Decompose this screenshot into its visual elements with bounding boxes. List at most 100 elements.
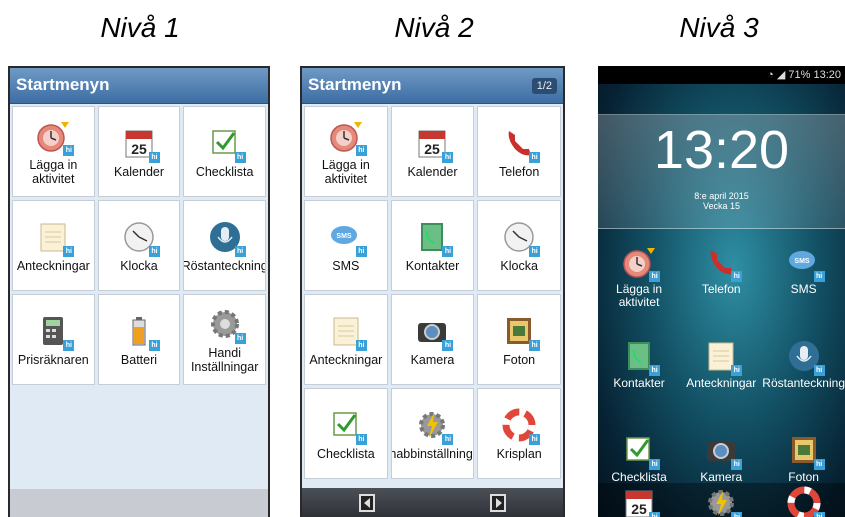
navigation-bar (302, 488, 563, 517)
dock-app[interactable]: 25hi (621, 485, 661, 517)
dock-app[interactable]: hi (786, 485, 825, 517)
app-tile-label: SMS (332, 258, 360, 273)
app-tile[interactable]: hi Lägga in aktivitet (304, 106, 388, 197)
lifebuoy-icon: hi (786, 485, 825, 517)
clock-widget[interactable]: 13:20 8:e april 2015 Vecka 15 (598, 114, 845, 229)
app-tile-label: Foton (503, 352, 536, 367)
app-tile[interactable]: hi Anteckningar (304, 294, 388, 385)
level-2-title: Nivå 2 (394, 12, 474, 43)
app-tile-label: Handi Inställningar (190, 345, 259, 374)
app-tile[interactable]: hi Telefon (477, 106, 561, 197)
app-tile-label: Lägga in aktivitet (321, 157, 370, 186)
home-app[interactable]: hi Lägga in aktivitet (598, 244, 680, 324)
app-tile[interactable]: hi Kamera (390, 294, 475, 385)
home-app-label: Röstanteckning (762, 376, 845, 390)
app-tile[interactable]: hi Foton (477, 294, 561, 385)
contacts-icon: hi (414, 219, 454, 257)
camera-icon: hi (414, 313, 454, 351)
home-app-label: Telefon (701, 282, 741, 296)
home-app-label: Kontakter (613, 376, 665, 390)
calendar-icon: 25hi (621, 485, 661, 517)
notes-icon: hi (328, 313, 367, 351)
next-page-icon[interactable] (489, 493, 506, 512)
add-activity-icon: hi (621, 244, 661, 282)
app-tile-label: Klocka (500, 258, 538, 273)
app-tile[interactable]: 25 hi Kalender (97, 106, 181, 197)
app-tile[interactable]: hi Kontakter (390, 200, 475, 291)
start-menu-title: Startmenyn (16, 75, 110, 94)
clock-week-text: Vecka 15 (702, 201, 741, 211)
app-tile[interactable]: hi Prisräknaren (12, 294, 95, 385)
app-tile[interactable]: hi Handi Inställningar (183, 294, 266, 385)
app-tile-label: Kontakter (405, 258, 460, 273)
status-text: 71% 13:20 (788, 69, 841, 81)
app-tile[interactable]: hi Röstanteckning (183, 200, 266, 291)
app-tile-label: Lägga in aktivitet (29, 157, 78, 186)
home-app[interactable]: hi Telefon (680, 244, 762, 324)
sms-icon: SMS hi (786, 244, 825, 282)
status-bar: ◔ ◢ 71% 13:20 (598, 66, 845, 84)
app-tile[interactable]: hi Krisplan (477, 388, 561, 479)
quick-settings-icon: hi (414, 407, 454, 445)
checklist-icon: hi (207, 125, 246, 163)
notes-icon: hi (703, 338, 743, 376)
app-tile-label: Kalender (407, 164, 458, 179)
home-app-label: Lägga in aktivitet (616, 282, 663, 309)
app-tile[interactable]: 25 hi Kalender (390, 106, 475, 197)
app-tile[interactable]: hi Anteckningar (12, 200, 95, 291)
app-tile[interactable]: hiSnabbinställningar (390, 388, 475, 479)
phone-level-2: Startmenyn 1/2 hi Lägga in aktivitet 25 hi K… (300, 66, 565, 517)
microphone-icon: hi (786, 338, 825, 376)
checklist-icon: hi (621, 432, 661, 470)
gear-icon: hi (207, 306, 246, 344)
app-tile-label: Anteckningar (309, 352, 383, 367)
wifi-icon: ◔ (767, 69, 774, 81)
home-app-grid: hi Lägga in aktivitet hi Telefon SMS hi SMS hi K… (598, 244, 845, 512)
camera-icon: hi (703, 432, 743, 470)
home-app[interactable]: hi Anteckningar (680, 338, 762, 418)
level-3-title: Nivå 3 (679, 12, 759, 43)
app-grid: hi Lägga in aktivitet 25 hi Kalender hi Telefo… (302, 104, 563, 481)
app-tile[interactable]: hi Lägga in aktivitet (12, 106, 95, 197)
calculator-icon: hi (35, 313, 75, 351)
home-app[interactable]: SMS hi SMS (762, 244, 845, 324)
phone-icon: hi (501, 125, 541, 163)
checklist-icon: hi (328, 407, 367, 445)
app-tile-label: Snabbinställningar (392, 446, 474, 461)
app-grid: hi Lägga in aktivitet 25 hi Kalender hi Checkl… (10, 104, 268, 387)
battery-icon: hi (121, 313, 160, 351)
app-tile[interactable]: SMS hi SMS (304, 200, 388, 291)
dock-app[interactable]: hi (703, 485, 743, 517)
app-tile[interactable]: hi Klocka (477, 200, 561, 291)
bottom-bar (10, 489, 268, 517)
notes-icon: hi (35, 219, 75, 257)
previous-page-icon[interactable] (359, 493, 376, 512)
photos-icon: hi (501, 313, 541, 351)
dock: 25hi hi hi (598, 483, 845, 517)
add-activity-icon: hi (328, 118, 367, 156)
calendar-icon: 25hi (121, 125, 160, 163)
app-tile-label: Röstanteckning (183, 258, 266, 273)
app-tile-label: Anteckningar (16, 258, 90, 273)
clock-date: 8:e april 2015 Vecka 15 (598, 191, 845, 211)
home-app-label: Anteckningar (686, 376, 757, 390)
photos-icon: hi (786, 432, 825, 470)
sms-icon: SMS hi (328, 219, 367, 257)
app-tile[interactable]: hi Checklista (183, 106, 266, 197)
app-tile-label: Checklista (316, 446, 375, 461)
app-tile[interactable]: hi Checklista (304, 388, 388, 479)
app-tile[interactable]: hi Batteri (97, 294, 181, 385)
clock-date-text: 8:e april 2015 (694, 191, 749, 201)
app-tile-label: Krisplan (496, 446, 542, 461)
app-tile-label: Checklista (195, 164, 254, 179)
app-tile-label: Kalender (113, 164, 165, 179)
app-tile-label: Batteri (120, 352, 158, 367)
home-app[interactable]: hi Kontakter (598, 338, 680, 418)
start-menu-header: Startmenyn (10, 68, 268, 104)
level-1-title: Nivå 1 (100, 12, 180, 43)
svg-text:SMS: SMS (794, 258, 810, 265)
app-tile[interactable]: hi Klocka (97, 200, 181, 291)
calendar-icon: 25hi (414, 125, 454, 163)
phone-level-1: Startmenyn hi Lägga in aktivitet 25 hi Kalen… (8, 66, 270, 517)
home-app[interactable]: hi Röstanteckning (762, 338, 845, 418)
